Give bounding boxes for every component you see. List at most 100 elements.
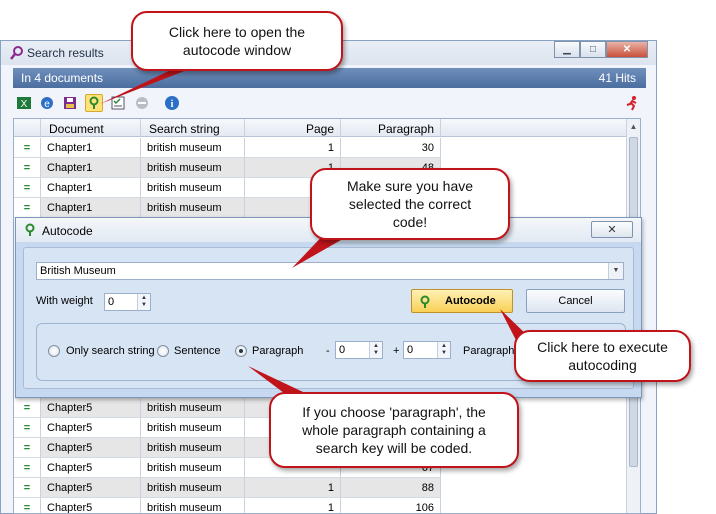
paragraph-after-value: 0 <box>407 344 414 356</box>
minus-label: - <box>326 345 330 357</box>
autocode-icon <box>25 223 35 236</box>
cell-page: 1 <box>245 478 341 497</box>
code-select[interactable]: British Museum ▼ <box>36 262 624 280</box>
weight-stepper-arrows[interactable]: ▲ ▼ <box>137 294 150 310</box>
cell-document: Chapter5 <box>41 478 141 497</box>
results-toolbar: X e i <box>13 91 646 115</box>
chevron-down-icon[interactable]: ▼ <box>373 350 379 356</box>
export-excel-button[interactable]: X <box>15 94 33 112</box>
svg-text:e: e <box>44 99 50 110</box>
radio-only-search-string[interactable] <box>48 345 60 357</box>
row-marker: = <box>14 498 41 513</box>
chevron-up-icon[interactable]: ▲ <box>373 343 379 349</box>
plus-label: + <box>393 345 400 357</box>
window-title: Search results <box>27 46 104 60</box>
export-browser-button[interactable]: e <box>38 94 56 112</box>
info-icon: i <box>165 96 179 110</box>
maximize-icon: □ <box>589 44 597 55</box>
scroll-up-icon[interactable]: ▲ <box>627 119 640 135</box>
checklist-icon <box>111 96 125 110</box>
row-marker: = <box>14 458 41 477</box>
cell-paragraph: 30 <box>341 138 441 157</box>
cell-search-string: british museum <box>141 438 245 457</box>
column-header-page[interactable]: Page <box>245 119 341 136</box>
table-row[interactable]: = Chapter5 british museum 1 106 <box>14 498 441 513</box>
row-marker: = <box>14 438 41 457</box>
row-marker: = <box>14 398 41 417</box>
paragraph-before-stepper[interactable]: 0 ▲ ▼ <box>335 341 383 359</box>
callout-select-code-text: Make sure you have selected the correct … <box>346 178 474 230</box>
chevron-down-icon[interactable]: ▼ <box>441 350 447 356</box>
table-row[interactable]: = Chapter5 british museum 1 88 <box>14 478 441 498</box>
weight-stepper[interactable]: 0 ▲ ▼ <box>104 293 151 311</box>
disabled-button[interactable] <box>133 94 151 112</box>
column-header-document[interactable]: Document <box>41 119 141 136</box>
info-button[interactable]: i <box>163 94 181 112</box>
row-marker: = <box>14 138 41 157</box>
row-marker: = <box>14 198 41 217</box>
weight-label: With weight <box>36 295 93 307</box>
cell-document: Chapter5 <box>41 498 141 513</box>
chevron-down-icon[interactable]: ▼ <box>608 263 623 279</box>
after-stepper-arrows[interactable]: ▲ ▼ <box>437 342 450 358</box>
callout-select-code: Make sure you have selected the correct … <box>310 168 510 240</box>
callout-execute: Click here to execute autocoding <box>514 330 691 382</box>
cell-search-string: british museum <box>141 458 245 477</box>
window-controls: ▁ □ ✕ <box>554 41 648 59</box>
cell-page: 1 <box>245 138 341 157</box>
chevron-up-icon[interactable]: ▲ <box>441 343 447 349</box>
row-marker: = <box>14 478 41 497</box>
column-header-search-string[interactable]: Search string <box>141 119 245 136</box>
range-unit-label: Paragraph <box>463 345 515 357</box>
save-button[interactable] <box>61 94 79 112</box>
column-header-marker[interactable] <box>14 119 41 136</box>
cancel-button[interactable]: Cancel <box>526 289 625 313</box>
table-row[interactable]: = Chapter1 british museum 1 30 <box>14 138 441 158</box>
save-icon <box>64 97 76 109</box>
cell-search-string: british museum <box>141 138 245 157</box>
documents-count: In 4 documents <box>21 71 104 85</box>
autocode-icon <box>89 96 99 109</box>
paragraph-before-value: 0 <box>339 344 346 356</box>
dialog-close-button[interactable]: ✕ <box>591 221 633 238</box>
cell-search-string: british museum <box>141 158 245 177</box>
cell-document: Chapter5 <box>41 398 141 417</box>
callout-paragraph-info: If you choose 'paragraph', the whole par… <box>269 392 519 468</box>
only-search-string-label[interactable]: Only search string <box>66 345 155 357</box>
checklist-button[interactable] <box>109 94 127 112</box>
excel-icon: X <box>17 97 31 110</box>
cell-document: Chapter1 <box>41 158 141 177</box>
radio-sentence[interactable] <box>157 345 169 357</box>
cell-paragraph: 106 <box>341 498 441 513</box>
sentence-label[interactable]: Sentence <box>174 345 220 357</box>
explorer-icon: e <box>41 97 53 110</box>
callout-execute-text: Click here to execute autocoding <box>537 339 668 373</box>
cell-search-string: british museum <box>141 418 245 437</box>
maximize-button[interactable]: □ <box>580 41 606 58</box>
hits-count: 41 Hits <box>598 71 636 85</box>
close-window-button[interactable]: ✕ <box>606 41 648 58</box>
autocode-button[interactable]: Autocode <box>411 289 513 313</box>
cell-document: Chapter5 <box>41 418 141 437</box>
open-autocode-button[interactable] <box>85 94 103 112</box>
paragraph-label[interactable]: Paragraph <box>252 345 303 357</box>
column-header-paragraph[interactable]: Paragraph <box>341 119 441 136</box>
callout-paragraph-info-text: If you choose 'paragraph', the whole par… <box>302 404 486 456</box>
chevron-down-icon[interactable]: ▼ <box>141 302 147 308</box>
weight-value: 0 <box>108 296 115 308</box>
minimize-button[interactable]: ▁ <box>554 41 580 58</box>
chevron-up-icon[interactable]: ▲ <box>141 295 147 301</box>
magnifier-icon <box>10 46 23 60</box>
paragraph-after-stepper[interactable]: 0 ▲ ▼ <box>403 341 451 359</box>
svg-text:i: i <box>171 99 174 110</box>
cell-search-string: british museum <box>141 398 245 417</box>
cell-search-string: british museum <box>141 198 245 217</box>
row-marker: = <box>14 418 41 437</box>
row-marker: = <box>14 158 41 177</box>
dialog-title: Autocode <box>42 224 93 238</box>
autocode-button-label: Autocode <box>445 295 496 307</box>
before-stepper-arrows[interactable]: ▲ ▼ <box>369 342 382 358</box>
radio-paragraph[interactable] <box>235 345 247 357</box>
runner-button[interactable] <box>623 94 641 112</box>
cell-search-string: british museum <box>141 478 245 497</box>
